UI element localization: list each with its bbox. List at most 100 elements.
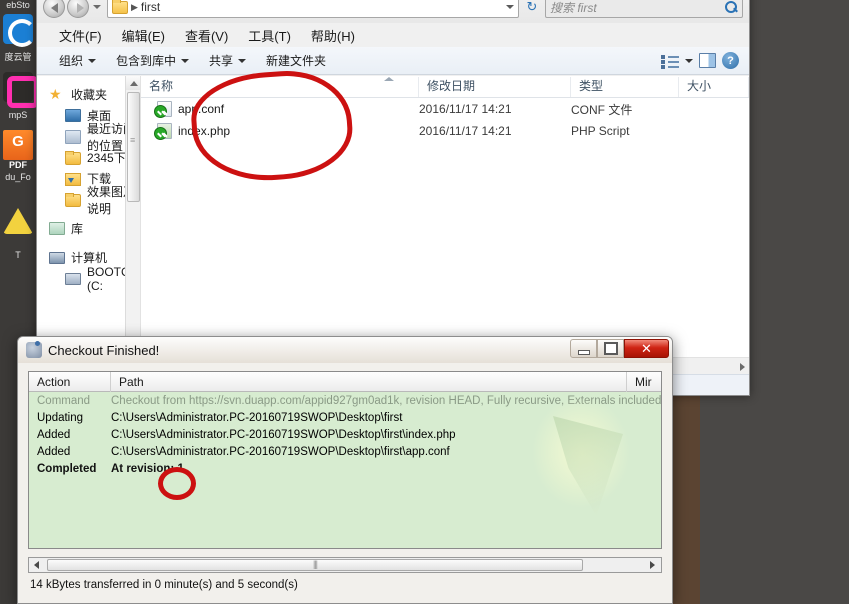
file-type-cell: CONF 文件 (571, 101, 679, 118)
toolbar-new-folder-label: 新建文件夹 (266, 52, 326, 69)
help-icon[interactable]: ? (722, 52, 739, 69)
chevron-down-icon[interactable] (506, 5, 514, 9)
recent-places-icon (65, 130, 81, 144)
recent-pages-dropdown[interactable] (91, 0, 103, 18)
toolbar-organize-label: 组织 (59, 52, 83, 69)
search-icon (724, 0, 738, 14)
menu-item-file[interactable]: 文件(F) (49, 24, 112, 47)
refresh-icon[interactable]: ↻ (522, 0, 542, 17)
search-placeholder: 搜索 first (550, 0, 724, 16)
table-row[interactable]: Completed At revision: 1 (29, 460, 661, 477)
status-text: 14 kBytes transferred in 0 minute(s) and… (30, 579, 298, 591)
column-header-name[interactable]: 名称 (141, 77, 419, 97)
desktop-icon-pdf[interactable] (0, 130, 36, 160)
folder-icon (65, 152, 81, 165)
desktop-icon-baidu-cloud[interactable]: 度云管 (0, 52, 36, 63)
column-header-type[interactable]: 类型 (571, 77, 679, 97)
column-header-path[interactable]: Path (111, 372, 627, 392)
desktop-icon-warning[interactable] (0, 208, 36, 234)
column-header-date[interactable]: 修改日期 (419, 77, 571, 97)
menu-item-tools[interactable]: 工具(T) (238, 24, 301, 47)
chevron-down-icon[interactable] (685, 59, 693, 63)
desktop-icon-label: 度云管 (0, 52, 36, 63)
downloads-icon (65, 173, 81, 186)
dialog-title: Checkout Finished! (48, 343, 159, 358)
desktop-icon-label: mpS (0, 110, 36, 121)
command-toolbar: 组织 包含到库中 共享 新建文件夹 ? (37, 47, 749, 75)
table-row[interactable]: Added C:\Users\Administrator.PC-20160719… (29, 443, 661, 460)
close-button[interactable]: ✕ (624, 339, 669, 358)
desktop-icon-baidu-fo[interactable]: du_Fo (0, 172, 36, 183)
drive-icon (65, 273, 81, 285)
minimize-button[interactable] (570, 339, 597, 358)
star-icon: ★ (49, 87, 65, 102)
menu-item-help[interactable]: 帮助(H) (301, 24, 365, 47)
toolbar-right-group: ? (661, 52, 749, 69)
navigation-row: ▶ first ↻ 搜索 first (37, 0, 749, 21)
log-action-cell: Added (29, 446, 111, 458)
log-path-cell: C:\Users\Administrator.PC-20160719SWOP\D… (111, 429, 661, 441)
checkout-dialog: Checkout Finished! ✕ Action Path Mir Com… (17, 336, 673, 604)
search-input[interactable]: 搜索 first (545, 0, 743, 18)
file-list-column-header: 名称 修改日期 类型 大小 (141, 76, 749, 98)
log-path-cell: C:\Users\Administrator.PC-20160719SWOP\D… (111, 412, 661, 424)
log-horizontal-scrollbar[interactable] (28, 557, 662, 573)
scroll-up-button[interactable] (126, 76, 141, 90)
file-name-label: app.conf (178, 102, 224, 116)
desktop-icon-t[interactable]: T (0, 250, 36, 261)
preview-pane-icon[interactable] (699, 53, 716, 68)
log-rows: Command Checkout from https://svn.duapp.… (29, 392, 661, 548)
desktop-icon-umu[interactable] (0, 72, 36, 102)
nav-header-label: 收藏夹 (71, 86, 107, 103)
log-path-cell: Checkout from https://svn.duapp.com/appi… (111, 395, 661, 407)
computer-icon (49, 252, 65, 264)
toolbar-include-in-library[interactable]: 包含到库中 (106, 49, 199, 72)
desktop-icon-pdf-label-row: PDF (0, 160, 36, 171)
toolbar-organize[interactable]: 组织 (49, 49, 106, 72)
desktop-icon-webstorm[interactable]: ebSto (0, 0, 36, 11)
chevron-down-icon (181, 59, 189, 63)
back-button[interactable] (43, 0, 65, 18)
forward-button[interactable] (67, 0, 89, 18)
scroll-right-button[interactable] (647, 560, 658, 570)
scroll-right-button[interactable] (740, 363, 745, 371)
chevron-down-icon (88, 59, 96, 63)
scroll-left-button[interactable] (32, 560, 43, 570)
chevron-down-icon (238, 59, 246, 63)
table-row[interactable]: Command Checkout from https://svn.duapp.… (29, 392, 661, 409)
file-name-label: index.php (178, 124, 230, 138)
breadcrumb-separator-icon: ▶ (131, 2, 138, 13)
dialog-title-bar[interactable]: Checkout Finished! ✕ (18, 337, 672, 363)
view-options-icon[interactable] (661, 54, 679, 68)
file-name-cell[interactable]: index.php (141, 123, 419, 139)
table-row[interactable]: Updating C:\Users\Administrator.PC-20160… (29, 409, 661, 426)
explorer-chrome: ▶ first ↻ 搜索 first 文件(F) 编辑(E) 查看(V) 工具(… (37, 0, 749, 29)
file-name-cell[interactable]: app.conf (141, 101, 419, 117)
umu-icon (3, 72, 33, 102)
scrollbar-thumb[interactable] (127, 92, 140, 202)
toolbar-new-folder[interactable]: 新建文件夹 (256, 49, 336, 72)
column-header-size[interactable]: 大小 (679, 77, 749, 97)
log-action-cell: Updating (29, 412, 111, 424)
file-type-cell: PHP Script (571, 124, 679, 138)
scrollbar-thumb[interactable] (47, 559, 583, 571)
folder-icon (65, 194, 81, 207)
log-table: Action Path Mir Command Checkout from ht… (28, 371, 662, 549)
table-row[interactable]: index.php 2016/11/17 14:21 PHP Script (141, 120, 749, 142)
desktop-icon-label: PDF (0, 160, 36, 171)
column-header-action[interactable]: Action (29, 372, 111, 392)
desktop-icon-steam[interactable] (0, 14, 36, 44)
column-header-mime[interactable]: Mir (627, 372, 661, 392)
menu-item-edit[interactable]: 编辑(E) (112, 24, 175, 47)
desktop-icon-label: T (0, 250, 36, 261)
desktop-icon-xampp[interactable]: mpS (0, 110, 36, 121)
toolbar-share[interactable]: 共享 (199, 49, 256, 72)
table-row[interactable]: app.conf 2016/11/17 14:21 CONF 文件 (141, 98, 749, 120)
breadcrumb-current[interactable]: first (141, 0, 160, 14)
maximize-button[interactable] (597, 339, 624, 358)
menu-item-view[interactable]: 查看(V) (175, 24, 238, 47)
window-controls: ✕ (570, 339, 669, 358)
address-bar[interactable]: ▶ first (107, 0, 519, 18)
warning-triangle-icon (3, 208, 33, 234)
table-row[interactable]: Added C:\Users\Administrator.PC-20160719… (29, 426, 661, 443)
